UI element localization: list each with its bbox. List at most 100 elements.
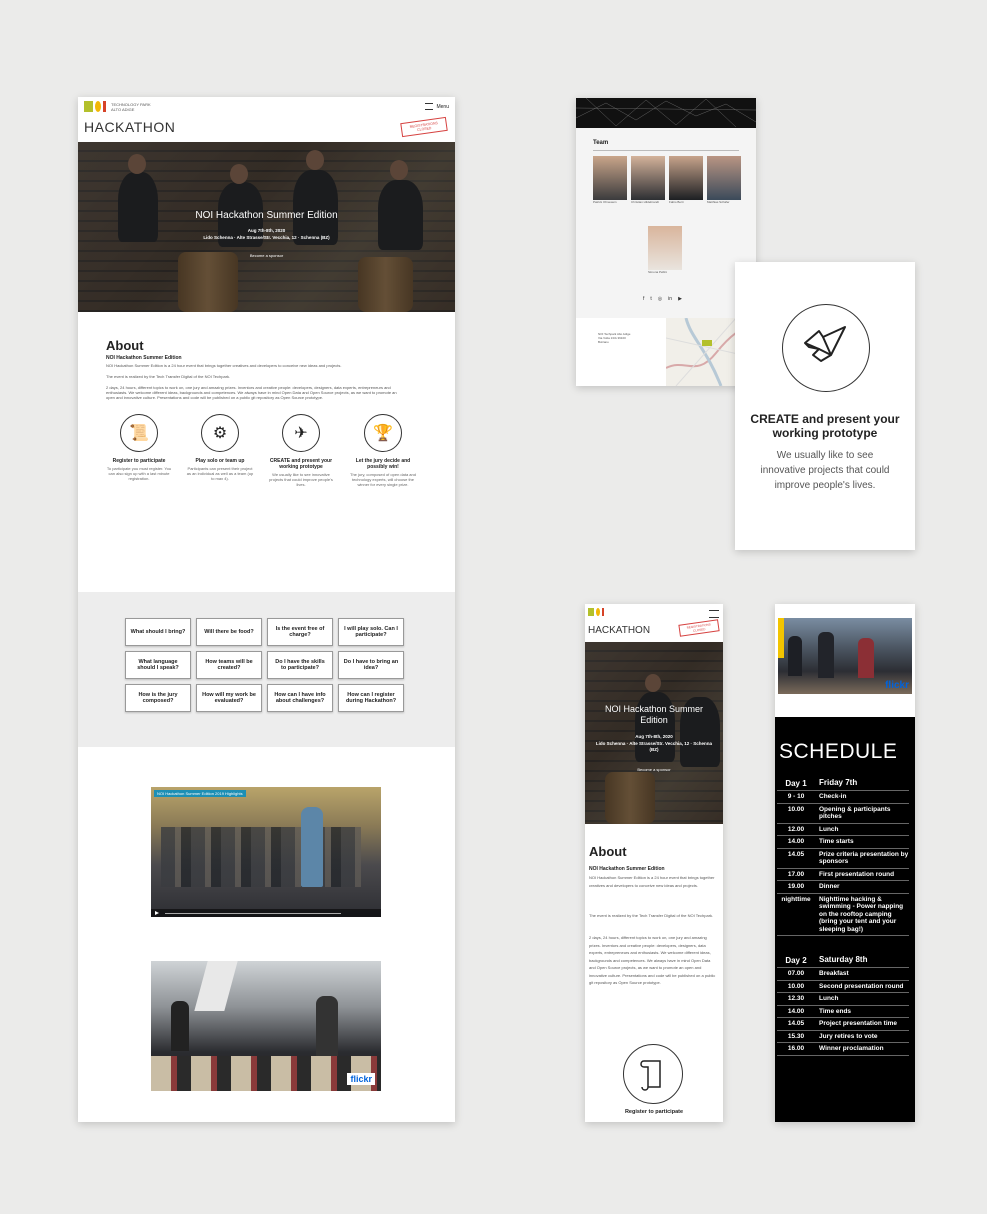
schedule-event: Time ends	[819, 1007, 852, 1015]
faq-button[interactable]: How will my work be evaluated?	[196, 684, 262, 712]
about-heading: About	[106, 338, 144, 353]
origami-bird-icon	[782, 304, 870, 392]
team-grid: Patrick Ohnewein Christian Hildebrandt F…	[593, 156, 756, 205]
hamburger-icon[interactable]	[709, 610, 719, 618]
faq-button[interactable]: How teams will be created?	[196, 651, 262, 679]
progress-bar[interactable]	[165, 912, 341, 914]
schedule-event: Project presentation time	[819, 1020, 898, 1027]
schedule-time: 9 - 10	[787, 793, 805, 800]
team-member: Simona Pellini	[648, 226, 682, 275]
video-title: NOI Hackathon Summer Edition 2019 Highli…	[154, 790, 246, 797]
scroll-icon	[623, 1044, 683, 1104]
day2-rows: 07.00 Breakfast 10.00 Second presentation r…	[777, 968, 909, 1056]
faq-button[interactable]: Is the event free of charge?	[267, 618, 333, 646]
registrations-closed-stamp: REGISTRATIONS CLOSED	[400, 116, 448, 138]
schedule-row: 14.00 Time starts	[777, 836, 909, 849]
feature-card-title: CREATE and present your working prototyp…	[750, 412, 900, 440]
features-row: 📜 Register to participate To participate…	[78, 414, 455, 544]
faq-button[interactable]: What language should I speak?	[125, 651, 191, 679]
faq-button[interactable]: How can I register during Hackathon?	[338, 684, 404, 712]
schedule-event: Winner proclamation	[819, 1045, 884, 1052]
faq-button[interactable]: How can I have info about challenges?	[267, 684, 333, 712]
schedule-event: Lunch	[819, 825, 839, 833]
schedule-event: Time starts	[819, 838, 854, 845]
avatar	[593, 156, 627, 200]
hero-headline: NOI Hackathon Summer Edition	[604, 704, 704, 725]
video-controls[interactable]	[151, 909, 381, 917]
about-subheading: NOI Hackathon Summer Edition	[106, 355, 182, 361]
linkedin-icon[interactable]: in	[668, 296, 672, 302]
schedule-row: 14.05 Prize criteria presentation by spon…	[777, 849, 909, 869]
trophy-icon: 🏆	[364, 414, 402, 452]
schedule-time: 14.05	[787, 1020, 805, 1027]
team-page: Team Patrick Ohnewein Christian Hildebra…	[576, 98, 756, 386]
flickr-logo[interactable]: flickr	[885, 680, 909, 691]
flickr-logo[interactable]: flickr	[347, 1073, 375, 1085]
schedule-heading: SCHEDULE	[779, 740, 898, 763]
schedule-row: 16.00 Winner proclamation	[777, 1043, 909, 1056]
mobile-page: HACKATHON REGISTRATIONS CLOSED NOI Hacka…	[585, 604, 723, 1122]
schedule-time: 14.00	[787, 1007, 805, 1015]
schedule-row: 19.00 Dinner	[777, 881, 909, 894]
noi-logo[interactable]: TECHNOLOGY PARK ALTO ADIGE	[84, 101, 151, 112]
schedule-time: 16.00	[787, 1045, 805, 1052]
day-header: Day 2 Saturday 8th	[777, 954, 909, 968]
faq-button[interactable]: Will there be food?	[196, 618, 262, 646]
menu-button[interactable]: Menu	[425, 103, 449, 110]
schedule-row: 07.00 Breakfast	[777, 968, 909, 981]
faq-button[interactable]: I will play solo. Can I participate?	[338, 618, 404, 646]
page-title: HACKATHON	[588, 625, 651, 636]
become-sponsor-link[interactable]: Become a sponsor	[585, 767, 723, 772]
about-paragraph-1: NOI Hackathon Summer Edition is a 24 hou…	[106, 363, 342, 368]
hero-location: Lido Schenna · Alte Strasse/Str. Vecchia…	[203, 235, 330, 240]
schedule-event: Jury retires to vote	[819, 1032, 878, 1040]
feature-title: CREATE and present your working prototyp…	[269, 458, 333, 470]
feature-desc: Participants can present their project a…	[186, 466, 254, 481]
schedule-time: 14.05	[787, 850, 805, 858]
origami-bird-icon: ✈	[282, 414, 320, 452]
feature-desc: The jury, composed of open data and tech…	[350, 472, 416, 487]
feature-jury: 🏆 Let the jury decide and possibly win! …	[348, 414, 418, 487]
page-title: HACKATHON	[84, 119, 176, 135]
faq-button[interactable]: What should I bring?	[125, 618, 191, 646]
member-name: Christian Hildebrandt	[631, 200, 660, 204]
twitter-icon[interactable]: t	[650, 296, 651, 302]
flickr-gallery[interactable]: flickr	[151, 961, 381, 1091]
avatar	[707, 156, 741, 200]
facebook-icon[interactable]: f	[643, 296, 644, 302]
faq-button[interactable]: Do I have to bring an idea?	[338, 651, 404, 679]
schedule-row: 9 - 10 Check-in	[777, 791, 909, 804]
hero-image: NOI Hackathon Summer Edition Aug 7th-8th…	[585, 642, 723, 824]
schedule-row: 12.00 Lunch	[777, 824, 909, 836]
schedule-event: Opening & participants pitches	[819, 805, 891, 821]
feature-team: ⚙ Play solo or team up Participants can …	[185, 414, 255, 481]
schedule-event: Second presentation round	[819, 982, 904, 990]
feature-desc: We usually like to see innovative projec…	[269, 472, 333, 487]
faq-button[interactable]: How is the jury composed?	[125, 684, 191, 712]
desktop-header: TECHNOLOGY PARK ALTO ADIGE Menu HACKATHO…	[78, 97, 455, 142]
robot-icon: ⚙	[201, 414, 239, 452]
faq-button[interactable]: Do I have the skills to participate?	[267, 651, 333, 679]
instagram-icon[interactable]: ◎	[658, 296, 662, 302]
hero-location: Lido Schenna · Alte Strasse/Str. Vecchia…	[595, 741, 713, 752]
schedule-row: 10.00 Opening & participants pitches	[777, 804, 909, 824]
noi-logo[interactable]	[588, 608, 604, 616]
schedule-time: nighttime	[781, 895, 811, 903]
schedule-row: 12.30 Lunch	[777, 993, 909, 1006]
hero-image: NOI Hackathon Summer Edition Aug 7th-8th…	[78, 142, 455, 312]
schedule-time: 10.00	[787, 805, 805, 813]
about-paragraph-1: NOI Hackathon Summer Edition is a 24 hou…	[589, 875, 715, 888]
youtube-icon[interactable]: ▶	[678, 296, 682, 302]
day-header: Day 1 Friday 7th	[777, 777, 909, 791]
team-member: Patrick Ohnewein	[593, 156, 627, 205]
schedule-time: 17.00	[787, 870, 805, 878]
play-icon[interactable]	[155, 911, 159, 915]
team-footer: NOI Techpark Alto Adige Via Volta 13/A 3…	[576, 318, 756, 386]
become-sponsor-link[interactable]: Become a sponsor	[78, 253, 455, 258]
feature-title: Play solo or team up	[195, 458, 245, 464]
about-section: About NOI Hackathon Summer Edition NOI H…	[78, 312, 455, 400]
schedule-time: 07.00	[787, 970, 805, 977]
highlights-video[interactable]: NOI Hackathon Summer Edition 2019 Highli…	[151, 787, 381, 917]
day1-rows: 9 - 10 Check-in 10.00 Opening & participant…	[777, 791, 909, 936]
flickr-photo[interactable]: flickr	[775, 604, 915, 717]
